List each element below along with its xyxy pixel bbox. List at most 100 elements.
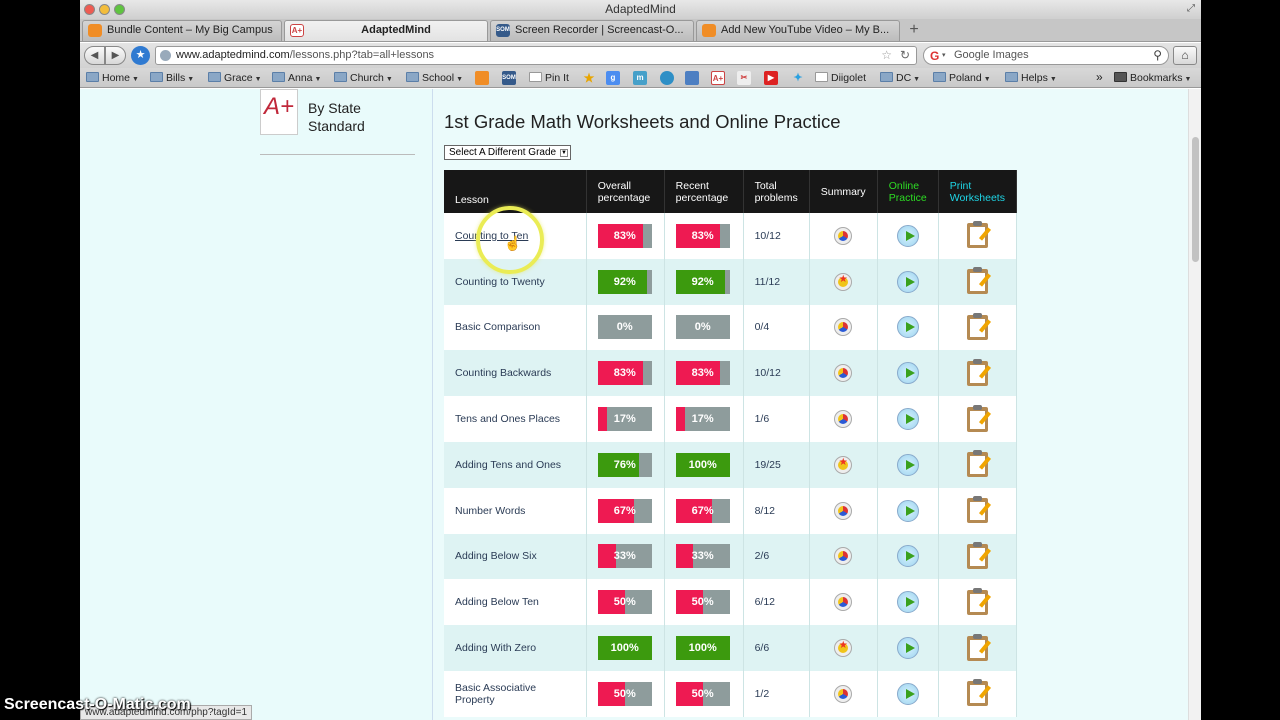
grade-select[interactable]: Select A Different Grade ▼	[444, 145, 571, 160]
bookmark-star-icon[interactable]: ★	[131, 46, 150, 65]
bookmark-folder-helps[interactable]: Helps ▼	[1005, 71, 1057, 85]
scrollbar-thumb[interactable]	[1192, 137, 1199, 262]
clipboard-pencil-icon[interactable]	[966, 450, 991, 478]
aplus-logo-icon[interactable]: A+	[260, 89, 298, 135]
summary-chart-icon[interactable]	[834, 364, 853, 383]
globe-icon[interactable]	[660, 71, 674, 85]
lesson-link[interactable]: Counting to Twenty	[455, 276, 575, 288]
clipboard-pencil-icon[interactable]	[966, 267, 991, 295]
clipboard-pencil-icon[interactable]	[966, 404, 991, 432]
lesson-link[interactable]: Adding With Zero	[455, 642, 575, 654]
bookmark-folder-dc[interactable]: DC ▼	[880, 71, 920, 85]
reload-icon[interactable]: ↻	[900, 47, 910, 64]
play-icon[interactable]	[896, 545, 919, 568]
bookmark-folder-anna[interactable]: Anna ▼	[272, 71, 321, 85]
m-icon[interactable]: m	[633, 71, 647, 85]
back-button[interactable]: ◀	[84, 46, 105, 65]
summary-star-icon[interactable]	[834, 455, 853, 474]
lesson-link[interactable]: Basic Associative Property	[455, 682, 575, 706]
summary-icon-inner	[838, 274, 849, 287]
bookmark-pin-it[interactable]: Pin It	[529, 71, 569, 85]
total-problems-cell: 1/6	[743, 396, 810, 442]
lesson-link[interactable]: Tens and Ones Places	[455, 413, 575, 425]
document-icon[interactable]	[685, 71, 699, 85]
bookmark-folder-home[interactable]: Home ▼	[86, 71, 139, 85]
tab-adaptedmind[interactable]: A+ AdaptedMind	[284, 20, 488, 41]
new-tab-button[interactable]: +	[902, 21, 926, 40]
online-practice-cell	[877, 533, 939, 580]
lesson-cell: Adding With Zero	[444, 625, 587, 671]
recent-cell: 67%	[664, 487, 744, 534]
fullscreen-icon[interactable]: ⤢	[1185, 3, 1197, 15]
lesson-link[interactable]: Adding Below Six	[455, 550, 575, 562]
play-icon[interactable]	[896, 270, 919, 293]
bookmark-folder-school[interactable]: School ▼	[406, 71, 463, 85]
clipboard-pencil-icon[interactable]	[966, 358, 991, 386]
play-icon[interactable]	[896, 362, 919, 385]
summary-chart-icon[interactable]	[834, 226, 853, 245]
play-icon[interactable]	[896, 499, 919, 522]
chevron-down-icon[interactable]: ▾	[942, 47, 946, 64]
bookmark-folder-bills[interactable]: Bills ▼	[150, 71, 194, 85]
lesson-link[interactable]: Counting to Ten	[455, 230, 575, 242]
summary-star-icon[interactable]	[834, 272, 853, 291]
summary-chart-icon[interactable]	[834, 410, 853, 429]
play-icon[interactable]	[896, 224, 919, 247]
lesson-link[interactable]: Counting Backwards	[455, 367, 575, 379]
tab-screen-recorder[interactable]: SOM Screen Recorder | Screencast-O...	[490, 20, 694, 41]
play-icon[interactable]	[896, 408, 919, 431]
summary-star-icon[interactable]	[834, 639, 853, 658]
star-icon[interactable]: ★	[582, 71, 596, 85]
forward-button[interactable]: ▶	[105, 46, 126, 65]
play-icon[interactable]	[896, 682, 919, 705]
more-bookmarks-button[interactable]: »	[1096, 70, 1103, 84]
summary-chart-icon[interactable]	[834, 318, 853, 337]
clipboard-pencil-icon[interactable]	[966, 312, 991, 340]
clipboard-pencil-icon[interactable]	[966, 221, 991, 249]
summary-chart-icon[interactable]	[834, 501, 853, 520]
play-icon[interactable]	[896, 316, 919, 339]
tool-icon[interactable]: ✂	[737, 71, 751, 85]
play-icon[interactable]	[896, 591, 919, 614]
home-button[interactable]: ⌂	[1173, 46, 1197, 65]
close-window-button[interactable]	[84, 4, 95, 15]
twitter-icon[interactable]: ✦	[791, 71, 805, 85]
clipboard-pencil-icon[interactable]	[966, 496, 991, 524]
clipboard-pencil-icon[interactable]	[966, 679, 991, 707]
lesson-link[interactable]: Number Words	[455, 505, 575, 517]
bookmark-folder-poland[interactable]: Poland ▼	[933, 71, 991, 85]
lesson-link[interactable]: Adding Below Ten	[455, 596, 575, 608]
bookmark-diigolet[interactable]: Diigolet	[815, 71, 866, 85]
aplus-icon[interactable]: A+	[711, 71, 725, 85]
google-apps-icon[interactable]: g	[606, 71, 620, 85]
bookmarks-menu[interactable]: Bookmarks ▼	[1114, 71, 1191, 85]
summary-chart-icon[interactable]	[834, 593, 853, 612]
youtube-icon[interactable]: ▶	[764, 71, 778, 85]
bookmark-folder-grace[interactable]: Grace ▼	[208, 71, 262, 85]
lesson-link[interactable]: Basic Comparison	[455, 321, 575, 333]
clipboard-pencil-icon[interactable]	[966, 541, 991, 569]
zoom-window-button[interactable]	[114, 4, 125, 15]
by-state-standard-link[interactable]: By State Standard	[308, 99, 408, 135]
chevron-down-icon: ▼	[314, 76, 322, 83]
som-icon[interactable]: SOM	[502, 71, 516, 85]
orange-chat-icon[interactable]	[475, 71, 489, 85]
play-icon[interactable]	[896, 637, 919, 660]
clipboard-pencil-icon[interactable]	[966, 633, 991, 661]
search-box[interactable]: G ▾ Google Images ⚲	[923, 46, 1169, 65]
star-outline-icon[interactable]: ☆	[881, 47, 892, 64]
search-icon[interactable]: ⚲	[1153, 47, 1162, 64]
summary-chart-icon[interactable]	[834, 547, 853, 566]
bookmark-folder-church[interactable]: Church ▼	[334, 71, 393, 85]
tab-youtube-video[interactable]: Add New YouTube Video – My B...	[696, 20, 900, 41]
play-icon[interactable]	[896, 453, 919, 476]
clipboard-pencil-icon[interactable]	[966, 587, 991, 615]
url-bar[interactable]: www.adaptedmind.com/lessons.php?tab=all+…	[155, 46, 917, 65]
summary-chart-icon[interactable]	[834, 684, 853, 703]
page-scrollbar[interactable]	[1188, 89, 1201, 720]
summary-icon-inner	[838, 551, 849, 562]
minimize-window-button[interactable]	[99, 4, 110, 15]
lesson-link[interactable]: Adding Tens and Ones	[455, 459, 575, 471]
total-problems-cell: 10/12	[743, 213, 810, 259]
tab-bundle-content[interactable]: Bundle Content – My Big Campus	[82, 20, 282, 41]
